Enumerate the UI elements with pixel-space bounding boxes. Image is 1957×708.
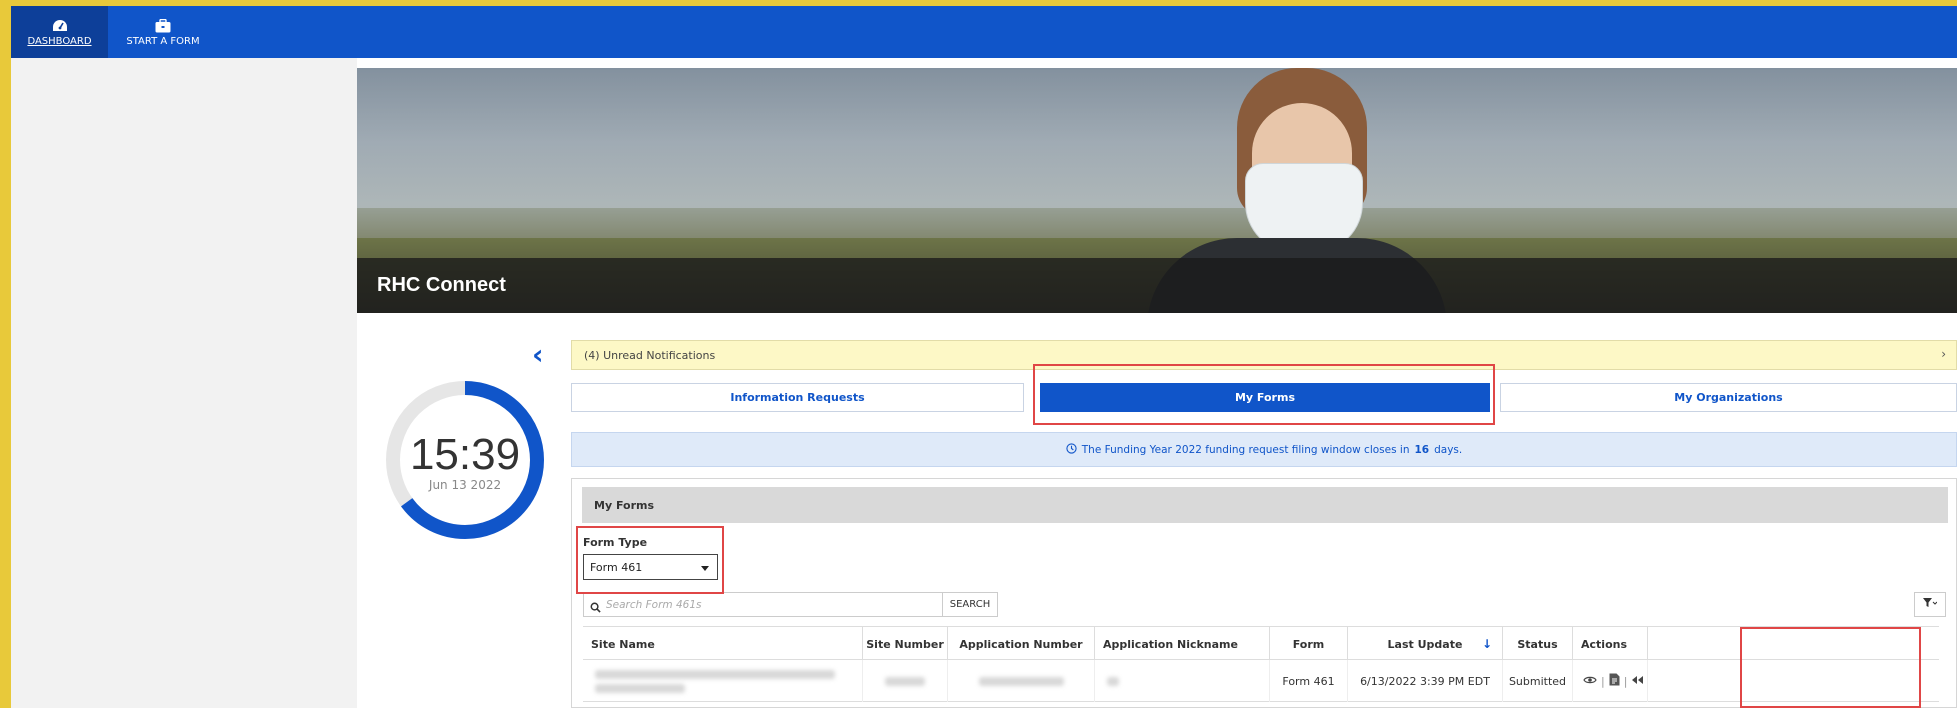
filter-dropdown-button[interactable] [1914, 592, 1946, 617]
top-navigation: DASHBOARD START A FORM [11, 6, 1957, 58]
highlight-my-forms-tab [1033, 364, 1495, 425]
cell-application-nickname-redacted [1095, 660, 1270, 702]
left-sidebar [11, 58, 357, 708]
cell-last-update: 6/13/2022 3:39 PM EDT [1348, 660, 1503, 702]
tab-my-organizations[interactable]: My Organizations [1500, 383, 1957, 412]
search-placeholder: Search Form 461s [606, 599, 702, 611]
chevron-left-icon[interactable]: ‹ [532, 341, 554, 369]
actions-separator: | [1601, 674, 1605, 688]
filter-icon [1923, 598, 1938, 611]
cell-form: Form 461 [1270, 660, 1348, 702]
col-form[interactable]: Form [1270, 627, 1348, 661]
panel-header: My Forms [582, 487, 1948, 523]
banner-prefix: The Funding Year 2022 funding request fi… [1081, 443, 1410, 456]
col-last-update-label: Last Update [1387, 637, 1463, 651]
cell-status: Submitted [1503, 660, 1573, 702]
col-actions: Actions [1573, 627, 1648, 661]
cell-site-name-redacted [583, 660, 863, 702]
table-row: Form 461 6/13/2022 3:39 PM EDT Submitted… [583, 660, 1939, 702]
search-icon [590, 598, 602, 613]
rewind-history-icon[interactable] [1631, 675, 1644, 688]
search-button[interactable]: SEARCH [942, 592, 998, 617]
dashboard-gauge-icon [51, 18, 69, 34]
nav-dashboard[interactable]: DASHBOARD [11, 6, 108, 58]
clock-widget: 15:39 Jun 13 2022 [383, 378, 547, 542]
cell-application-number-redacted[interactable] [948, 660, 1095, 702]
clock-time: 15:39 [409, 430, 521, 479]
banner-suffix: days. [1434, 443, 1463, 456]
tab-information-requests[interactable]: Information Requests [571, 383, 1024, 412]
cell-site-number-redacted [863, 660, 948, 702]
funding-window-banner: The Funding Year 2022 funding request fi… [571, 432, 1957, 467]
banner-days: 16 [1414, 443, 1430, 456]
nav-dashboard-label: DASHBOARD [27, 35, 92, 47]
cell-actions: | | [1573, 660, 1648, 702]
clock-date: Jun 13 2022 [428, 478, 502, 492]
highlight-form-type [576, 526, 724, 594]
hero-title: RHC Connect [377, 274, 506, 296]
col-status[interactable]: Status [1503, 627, 1573, 661]
nav-start-a-form-label: START A FORM [126, 35, 200, 47]
col-site-number[interactable]: Site Number [863, 627, 948, 661]
actions-separator: | [1623, 674, 1628, 688]
pdf-document-icon[interactable] [1609, 673, 1620, 689]
col-site-name[interactable]: Site Name [583, 627, 863, 661]
chevron-right-icon: › [1941, 347, 1946, 361]
search-input[interactable]: Search Form 461s [583, 592, 943, 617]
panel-title: My Forms [594, 499, 655, 512]
highlight-status-actions [1740, 627, 1921, 708]
forms-table-header: Site Name Site Number Application Number… [583, 626, 1939, 661]
nav-start-a-form[interactable]: START A FORM [118, 6, 208, 58]
col-last-update[interactable]: Last Update ↓ [1348, 627, 1503, 661]
col-application-number[interactable]: Application Number [948, 627, 1095, 661]
clock-icon [1066, 442, 1077, 457]
briefcase-icon [154, 18, 172, 34]
notifications-text: (4) Unread Notifications [584, 349, 716, 362]
hero-title-bar: RHC Connect [357, 258, 1957, 313]
sort-down-arrow-icon: ↓ [1481, 637, 1492, 651]
col-application-nickname[interactable]: Application Nickname [1095, 627, 1270, 661]
view-eye-icon[interactable] [1583, 675, 1597, 688]
